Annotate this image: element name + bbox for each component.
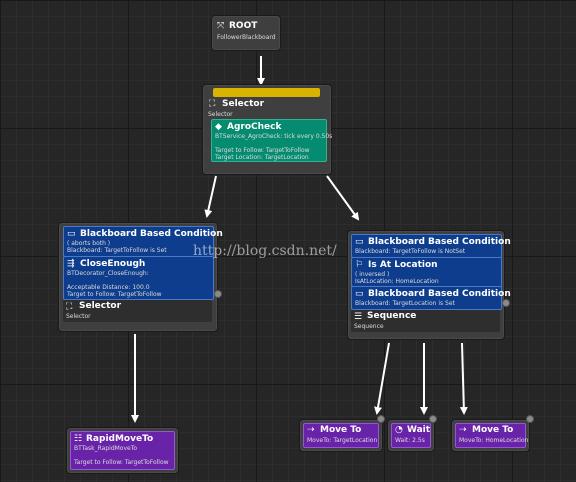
- decorator-title: Is At Location: [368, 260, 438, 270]
- composite-subtitle: Sequence: [354, 323, 384, 330]
- wire-selector-left: [204, 175, 217, 218]
- wire-seq-moveto-target: [374, 342, 390, 415]
- service-line2: Target Location: TargetLocation: [215, 154, 309, 161]
- decorator-title: Blackboard Based Condition: [80, 229, 223, 239]
- composite-selector-left[interactable]: ⛶ Selector Selector: [63, 300, 212, 322]
- task-sub: MoveTo: TargetLocation: [307, 437, 378, 444]
- decorator-sub: Blackboard: TargetLocation is Set: [355, 300, 455, 307]
- decorator-title: CloseEnough: [80, 259, 146, 269]
- sequence-icon: ☰: [354, 312, 363, 322]
- task-sub2: Target to Follow: TargetToFollow: [74, 459, 169, 466]
- decorator-sub1: ( aborts both ): [67, 240, 111, 247]
- wire-seq-moveto-home: [459, 342, 468, 415]
- task-icon: ☷: [74, 434, 83, 444]
- task-rapid-move-to[interactable]: ☷ RapidMoveTo BTTask_RapidMoveTo Target …: [66, 427, 179, 474]
- decorator-sub: Blackboard: TargetToFollow is NotSet: [355, 248, 466, 255]
- blackboard-icon: ▭: [67, 229, 76, 239]
- task-sub: MoveTo: HomeLocation: [459, 437, 529, 444]
- decorator-bb-condition-notset[interactable]: ▭ Blackboard Based Condition Blackboard:…: [351, 234, 511, 258]
- decorator-sub1: BTDecorator_CloseEnough:: [67, 270, 149, 277]
- clock-icon: ◔: [395, 425, 403, 435]
- task-sub: Wait: 2.5s: [395, 437, 425, 444]
- execution-index-pin: [526, 415, 534, 423]
- decorator-sub2: IsAtLocation: HomeLocation: [355, 278, 439, 285]
- execution-index-pin: [502, 299, 510, 307]
- task-title: Move To: [472, 425, 514, 435]
- watermark: http://blog.csdn.net/: [193, 243, 337, 259]
- blackboard-icon: ▭: [355, 289, 364, 299]
- task-body: ☷ RapidMoveTo BTTask_RapidMoveTo Target …: [70, 431, 175, 470]
- decorator-bb-condition-set[interactable]: ▭ Blackboard Based Condition Blackboard:…: [351, 286, 511, 310]
- decorator-sub2: Acceptable Distance: 100.0: [67, 284, 150, 291]
- composite-title: Selector: [79, 301, 122, 311]
- selector-accent-bar: [213, 88, 320, 97]
- decorator-bb-condition-left[interactable]: ▭ Blackboard Based Condition ( aborts bo…: [63, 226, 223, 257]
- service-agrocheck[interactable]: ◆ AgroCheck BTService_AgroCheck: tick ev…: [211, 119, 332, 162]
- selector-icon: ⛶: [209, 99, 216, 109]
- root-subtitle: FollowerBlackboard: [217, 34, 276, 41]
- root-icon: ⤧: [217, 21, 225, 31]
- decorator-close-enough[interactable]: ⇶ CloseEnough BTDecorator_CloseEnough: A…: [63, 256, 214, 300]
- service-title: AgroCheck: [227, 122, 282, 132]
- decorator-sub2: Blackboard: TargetToFollow is Set: [67, 247, 167, 254]
- execution-index-pin: [429, 415, 437, 423]
- selector-top-node[interactable]: ⛶ Selector Selector ◆ AgroCheck BTServic…: [202, 84, 332, 175]
- decorator-sub1: ( inversed ): [355, 271, 390, 278]
- execution-index-pin: [377, 415, 385, 423]
- root-title: ROOT: [229, 21, 258, 31]
- composite-sequence[interactable]: ☰ Sequence Sequence: [351, 310, 500, 332]
- selector-title: Selector: [222, 99, 265, 109]
- location-icon: ⚐: [355, 260, 364, 270]
- composite-subtitle: Selector: [66, 313, 91, 320]
- wire-selector-right: [326, 175, 360, 221]
- decorator-icon: ⇶: [67, 259, 75, 269]
- task-body: ◔ Wait Wait: 2.5s: [391, 423, 431, 448]
- task-move-to-home[interactable]: ⇢ Move To MoveTo: HomeLocation: [451, 415, 534, 452]
- task-title: Move To: [320, 425, 362, 435]
- selector-subtitle: Selector: [208, 111, 233, 118]
- move-icon: ⇢: [307, 425, 315, 435]
- task-move-to-target[interactable]: ⇢ Move To MoveTo: TargetLocation: [299, 415, 385, 452]
- move-icon: ⇢: [459, 425, 467, 435]
- task-body: ⇢ Move To MoveTo: HomeLocation: [455, 423, 529, 448]
- task-wait[interactable]: ◔ Wait Wait: 2.5s: [387, 415, 437, 452]
- decorator-title: Blackboard Based Condition: [368, 289, 511, 299]
- task-sub1: BTTask_RapidMoveTo: [74, 445, 138, 452]
- execution-index-pin: [214, 290, 222, 298]
- right-sequence-node[interactable]: ▭ Blackboard Based Condition Blackboard:…: [347, 230, 511, 340]
- composite-title: Sequence: [367, 311, 417, 321]
- decorator-sub3: Target to Follow: TargetToFollow: [67, 291, 162, 298]
- selector-icon: ⛶: [66, 302, 73, 312]
- decorator-title: Blackboard Based Condition: [368, 237, 511, 247]
- blackboard-icon: ▭: [355, 237, 364, 247]
- service-line1: Target to Follow: TargetToFollow: [215, 147, 310, 154]
- task-title: Wait: [407, 425, 431, 435]
- decorator-is-at-location[interactable]: ⚐ Is At Location ( inversed ) IsAtLocati…: [351, 257, 502, 287]
- service-subtitle: BTService_AgroCheck: tick every 0.50s: [215, 133, 333, 140]
- root-node[interactable]: ⤧ ROOT FollowerBlackboard: [211, 15, 281, 51]
- left-selector-node[interactable]: ▭ Blackboard Based Condition ( aborts bo…: [58, 222, 223, 332]
- task-body: ⇢ Move To MoveTo: TargetLocation: [303, 423, 379, 448]
- task-title: RapidMoveTo: [86, 434, 154, 444]
- service-icon: ◆: [215, 122, 222, 132]
